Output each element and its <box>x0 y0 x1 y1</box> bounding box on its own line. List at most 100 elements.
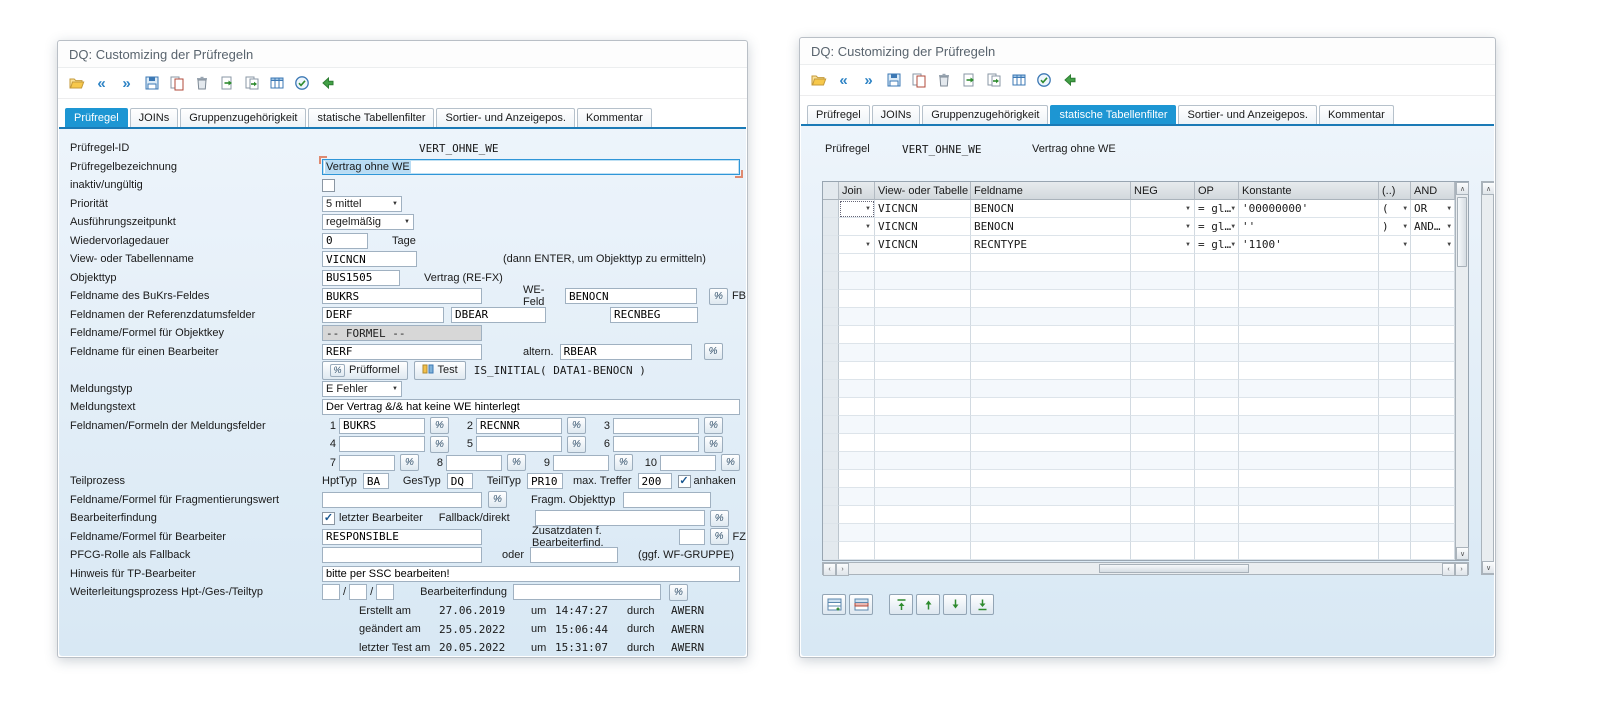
scroll-down-icon[interactable]: ∨ <box>1482 561 1494 574</box>
row-selector[interactable] <box>823 344 839 362</box>
join-cell[interactable] <box>839 272 875 290</box>
move-last-button[interactable] <box>970 594 994 615</box>
join-select[interactable]: ▼ <box>839 200 875 218</box>
table-name-cell[interactable] <box>875 542 971 560</box>
tab-joins[interactable]: JOINs <box>872 105 921 124</box>
konstante-cell[interactable]: '' <box>1239 218 1379 236</box>
meldungsfeld-input-2[interactable] <box>476 418 562 434</box>
zusatzdaten-input[interactable] <box>679 529 705 545</box>
pfcg-input-2[interactable] <box>530 547 618 563</box>
op-cell[interactable] <box>1195 470 1239 488</box>
and-select[interactable]: OR▼ <box>1411 200 1455 218</box>
meldungsfeld-input-6[interactable] <box>613 436 699 452</box>
field-name-cell[interactable] <box>971 254 1131 272</box>
view-tabelle-input[interactable] <box>322 251 417 267</box>
letzter-bearbeiter-checkbox[interactable] <box>322 512 335 525</box>
konstante-cell[interactable] <box>1239 308 1379 326</box>
table-horizontal-scrollbar[interactable]: ‹ › ‹ › <box>822 562 1469 575</box>
table-name-cell[interactable] <box>875 254 971 272</box>
bearbeiter-formel-input[interactable] <box>322 529 482 545</box>
column-header-join[interactable]: Join <box>839 182 875 200</box>
paren-cell[interactable] <box>1379 380 1411 398</box>
field-name-cell[interactable] <box>971 434 1131 452</box>
paren-cell[interactable] <box>1379 272 1411 290</box>
column-header-and[interactable]: AND <box>1411 182 1455 200</box>
row-selector[interactable] <box>823 218 839 236</box>
previous-screen-icon[interactable]: « <box>92 74 111 93</box>
op-cell[interactable] <box>1195 344 1239 362</box>
neg-cell[interactable] <box>1131 398 1195 416</box>
next-screen-icon[interactable]: » <box>859 71 878 90</box>
altern-input[interactable] <box>560 344 692 360</box>
column-header-op[interactable]: OP <box>1195 182 1239 200</box>
op-cell[interactable] <box>1195 362 1239 380</box>
objekttyp-input[interactable] <box>322 270 400 286</box>
konstante-cell[interactable] <box>1239 416 1379 434</box>
move-first-button[interactable] <box>889 594 913 615</box>
meldungsfeld-input-1[interactable] <box>339 418 425 434</box>
field-name-cell[interactable]: RECNTYPE <box>971 236 1131 254</box>
konstante-cell[interactable] <box>1239 272 1379 290</box>
field-name-cell[interactable] <box>971 344 1131 362</box>
neg-cell[interactable] <box>1131 452 1195 470</box>
konstante-cell[interactable] <box>1239 290 1379 308</box>
row-selector[interactable] <box>823 452 839 470</box>
op-select[interactable]: = gl…▼ <box>1195 200 1239 218</box>
neg-cell[interactable] <box>1131 380 1195 398</box>
table-name-cell[interactable] <box>875 290 971 308</box>
scroll-up-icon[interactable]: ∧ <box>1456 182 1469 195</box>
op-cell[interactable] <box>1195 434 1239 452</box>
scroll-left-icon[interactable]: ‹ <box>1442 563 1455 576</box>
neg-cell[interactable] <box>1131 344 1195 362</box>
scrollbar-thumb[interactable] <box>1099 564 1249 573</box>
paren-cell[interactable] <box>1379 506 1411 524</box>
neg-select[interactable]: ▼ <box>1131 200 1195 218</box>
neg-cell[interactable] <box>1131 272 1195 290</box>
and-cell[interactable] <box>1411 398 1455 416</box>
konstante-cell[interactable] <box>1239 434 1379 452</box>
field-name-cell[interactable] <box>971 326 1131 344</box>
formula-icon-button[interactable]: % <box>614 454 633 471</box>
scroll-down-icon[interactable]: ∨ <box>1456 547 1469 560</box>
prioritaet-select[interactable]: 5 mittel▼ <box>322 196 402 212</box>
konstante-cell[interactable]: '00000000' <box>1239 200 1379 218</box>
join-cell[interactable] <box>839 290 875 308</box>
and-cell[interactable] <box>1411 434 1455 452</box>
column-header-tabelle[interactable]: View- oder Tabelle <box>875 182 971 200</box>
next-screen-icon[interactable]: » <box>117 74 136 93</box>
row-selector[interactable] <box>823 254 839 272</box>
meldungsfeld-input-4[interactable] <box>339 436 425 452</box>
and-cell[interactable] <box>1411 290 1455 308</box>
copy-icon[interactable] <box>167 74 186 93</box>
konstante-cell[interactable]: '1100' <box>1239 236 1379 254</box>
field-name-cell[interactable] <box>971 290 1131 308</box>
meldungsfeld-input-9[interactable] <box>553 455 609 471</box>
table-name-cell[interactable] <box>875 344 971 362</box>
konstante-cell[interactable] <box>1239 470 1379 488</box>
transport-copy-icon[interactable] <box>984 71 1003 90</box>
tab-statische-tabellenfilter[interactable]: statische Tabellenfilter <box>1050 105 1176 124</box>
copy-icon[interactable] <box>909 71 928 90</box>
row-selector[interactable] <box>823 380 839 398</box>
tab-sortier-anzeigepos[interactable]: Sortier- und Anzeigepos. <box>1178 105 1316 124</box>
transport-copy-icon[interactable] <box>242 74 261 93</box>
check-icon[interactable] <box>1034 71 1053 90</box>
fragmentierung-input[interactable] <box>322 492 482 508</box>
join-cell[interactable] <box>839 488 875 506</box>
formula-icon-button[interactable]: % <box>704 417 723 434</box>
op-select[interactable]: = gl…▼ <box>1195 218 1239 236</box>
table-name-cell[interactable] <box>875 434 971 452</box>
check-icon[interactable] <box>292 74 311 93</box>
refdatum-input-2[interactable] <box>451 307 546 323</box>
neg-cell[interactable] <box>1131 524 1195 542</box>
row-selector[interactable] <box>823 290 839 308</box>
move-down-button[interactable] <box>943 594 967 615</box>
and-cell[interactable] <box>1411 308 1455 326</box>
paren-cell[interactable] <box>1379 416 1411 434</box>
table-name-cell[interactable] <box>875 326 971 344</box>
refdatum-input-3[interactable] <box>610 307 698 323</box>
delete-icon[interactable] <box>192 74 211 93</box>
field-name-cell[interactable] <box>971 416 1131 434</box>
tab-pruefregel[interactable]: Prüfregel <box>65 108 128 127</box>
konstante-cell[interactable] <box>1239 452 1379 470</box>
